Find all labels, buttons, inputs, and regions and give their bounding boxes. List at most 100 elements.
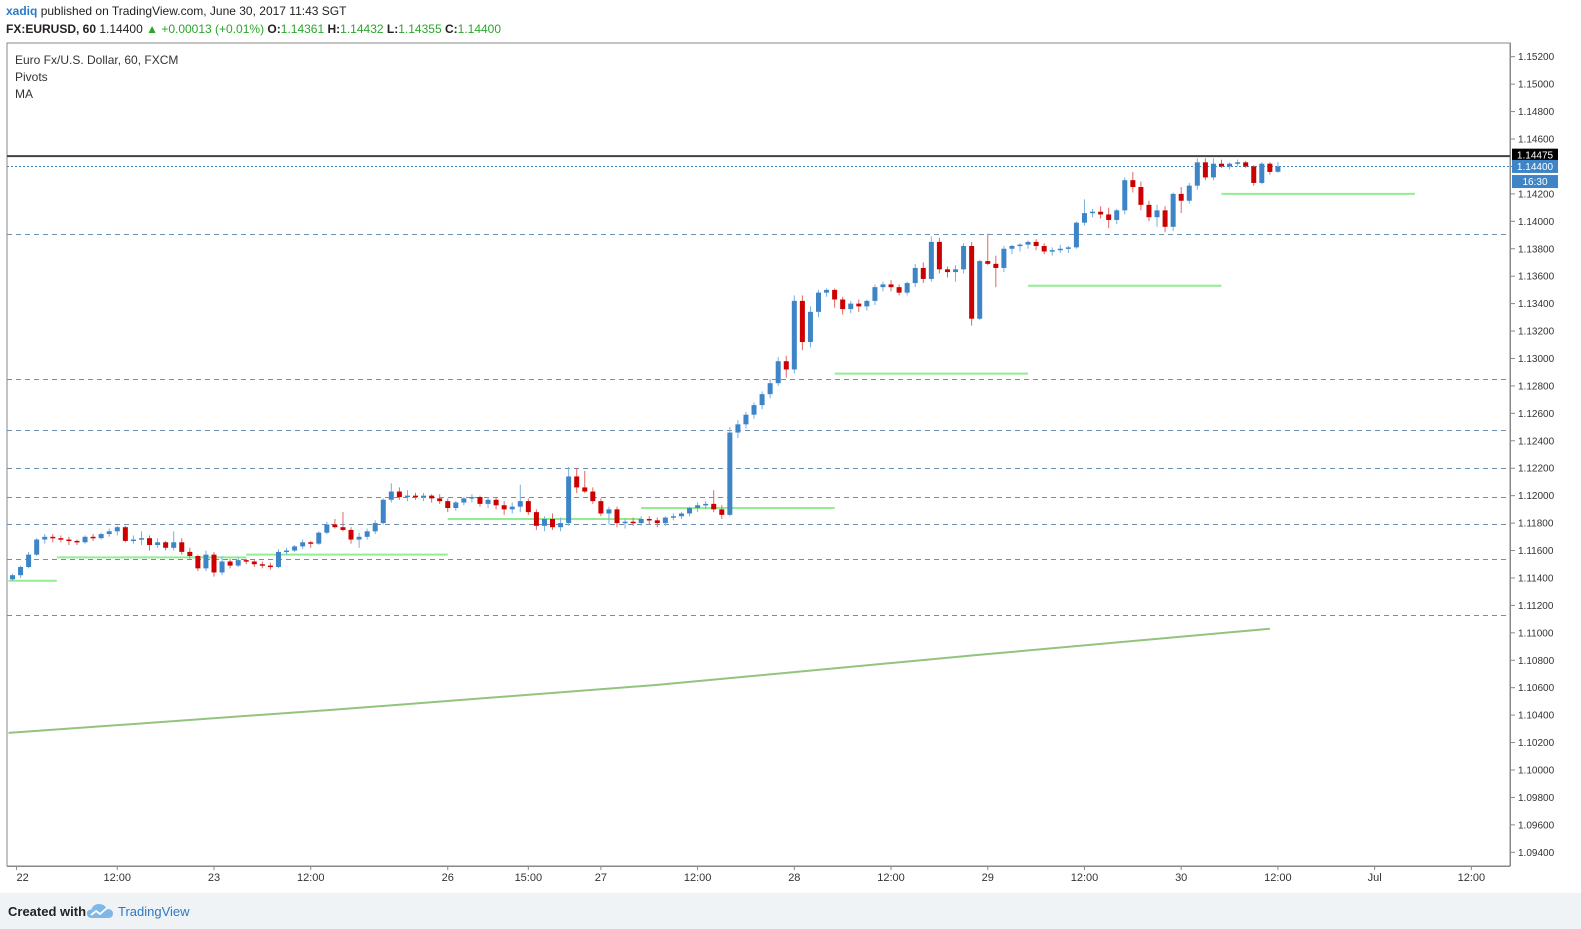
price-tick-label: 1.09600 xyxy=(1518,820,1555,831)
candle-body xyxy=(195,556,201,569)
candle-body xyxy=(1009,246,1015,249)
candle-body xyxy=(404,495,410,498)
chart-grid xyxy=(6,42,1511,867)
legend-title[interactable]: Euro Fx/U.S. Dollar, 60, FXCM xyxy=(15,52,178,69)
candle-body xyxy=(670,516,676,518)
candle-body xyxy=(1081,213,1087,223)
time-axis[interactable]: 22 12:00 23 12:00 26 15:00 27 12:00 28 12:00 29 12:… xyxy=(7,866,1510,884)
candle-body xyxy=(614,509,620,524)
candle-body xyxy=(211,554,217,573)
price-chart[interactable]: 1.15200 1.15000 1.14800 1.14600 1.14400 1.142… xyxy=(0,0,1581,893)
candle-body xyxy=(82,536,88,543)
low-label: L: xyxy=(386,22,399,36)
candle-body xyxy=(1202,162,1208,178)
legend-pivots[interactable]: Pivots xyxy=(15,69,178,86)
candle-body xyxy=(122,527,128,541)
candle-body xyxy=(493,499,499,506)
time-tick-label: Jul xyxy=(1368,872,1382,884)
candle-body xyxy=(1219,163,1224,167)
candle xyxy=(969,241,975,326)
candle xyxy=(944,266,950,278)
candle xyxy=(840,296,846,315)
candle-body xyxy=(90,536,96,539)
candle-body xyxy=(517,501,523,507)
candle-body xyxy=(678,513,684,517)
price-change: ▲ +0.00013 (+0.01%) xyxy=(146,22,265,36)
candle-body xyxy=(485,499,491,504)
candle-body xyxy=(453,502,459,508)
candle xyxy=(711,490,717,513)
candle xyxy=(388,483,394,503)
time-tick-label: 12:00 xyxy=(877,872,905,884)
candle-body xyxy=(235,560,241,566)
candle xyxy=(1251,165,1257,186)
price-tick-label: 1.09800 xyxy=(1518,793,1555,804)
candle xyxy=(816,289,821,318)
candle xyxy=(292,545,298,552)
candle xyxy=(98,532,104,540)
candle-body xyxy=(74,540,80,543)
candle-body xyxy=(251,561,257,565)
candle-body xyxy=(1138,187,1144,205)
candle-body xyxy=(944,269,950,273)
symbol-line: FX:EURUSD, 60 1.14400 ▲ +0.00013 (+0.01%… xyxy=(6,22,501,36)
price-tick-label: 1.10400 xyxy=(1518,711,1555,722)
candle xyxy=(1009,244,1015,255)
price-marker-label: 16:30 xyxy=(1522,177,1547,188)
candle xyxy=(678,512,684,519)
candle xyxy=(1162,206,1168,233)
price-tick-label: 1.15000 xyxy=(1518,80,1555,91)
price-tick-label: 1.11800 xyxy=(1518,519,1554,530)
pivot-lines xyxy=(8,192,1415,582)
candle-body xyxy=(880,284,886,288)
candle-body xyxy=(284,550,290,553)
candle xyxy=(832,288,838,308)
candle-body xyxy=(574,476,580,488)
candle xyxy=(179,538,185,555)
candles xyxy=(10,158,1281,581)
candle xyxy=(566,466,572,526)
candle xyxy=(912,263,918,288)
legend-ma[interactable]: MA xyxy=(15,86,178,103)
candle-body xyxy=(840,299,846,310)
candle xyxy=(1065,246,1071,253)
candle xyxy=(82,535,88,544)
candle-body xyxy=(50,536,56,539)
candle xyxy=(485,497,491,508)
candle-body xyxy=(1122,180,1128,211)
candle-body xyxy=(630,521,636,524)
candle-body xyxy=(445,501,451,508)
candle-body xyxy=(163,542,169,548)
tradingview-link[interactable]: TradingView xyxy=(118,904,190,919)
price-marker: 1.14475 xyxy=(1512,148,1558,162)
candle-body xyxy=(1210,163,1216,178)
price-tick-label: 1.11600 xyxy=(1518,546,1554,557)
candle-body xyxy=(219,561,225,573)
candle xyxy=(235,557,241,567)
candle xyxy=(1122,177,1128,215)
candle-body xyxy=(727,432,733,515)
candle xyxy=(1001,246,1007,273)
candle-body xyxy=(896,287,902,293)
candle xyxy=(654,517,660,528)
candle xyxy=(1041,243,1047,255)
author-link[interactable]: xadiq xyxy=(6,4,37,18)
candle-body xyxy=(1154,210,1160,218)
candle-body xyxy=(1025,241,1031,245)
candle xyxy=(735,420,741,439)
chart-header: xadiq published on TradingView.com, June… xyxy=(0,0,1581,42)
candle-body xyxy=(155,542,161,546)
candle-body xyxy=(864,300,870,307)
symbol-name[interactable]: FX:EURUSD, 60 xyxy=(6,22,96,36)
candle-body xyxy=(1194,162,1200,186)
candle-body xyxy=(179,542,185,552)
time-tick-label: 12:00 xyxy=(1071,872,1099,884)
candle-body xyxy=(550,518,556,528)
candle-body xyxy=(654,520,660,524)
footer-bar: Created with TradingView xyxy=(0,893,1581,929)
candle-body xyxy=(469,497,475,499)
candle-body xyxy=(582,487,588,492)
candle xyxy=(1275,162,1281,173)
candle xyxy=(501,501,507,515)
candle xyxy=(590,487,596,504)
